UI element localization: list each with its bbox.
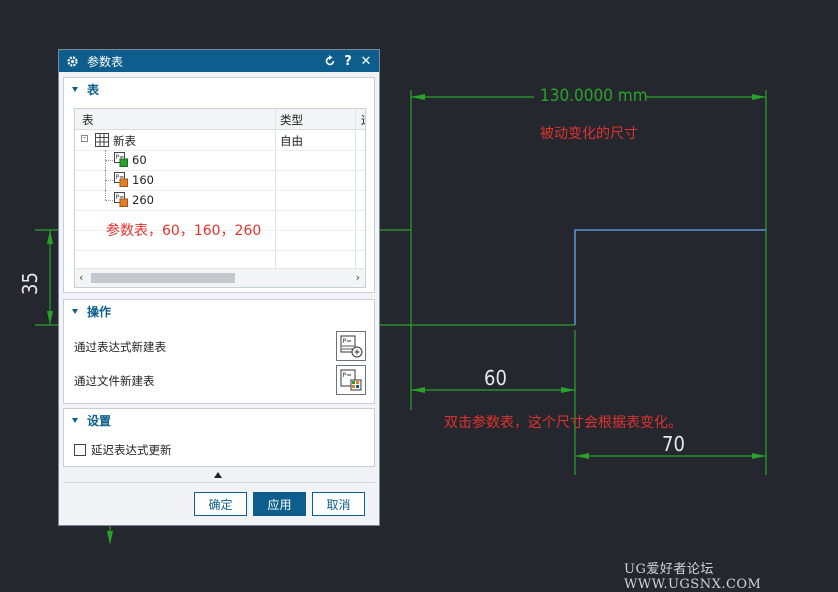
table-row-child[interactable]: P= 160	[75, 170, 365, 191]
scroll-left-arrow[interactable]: ‹	[79, 271, 83, 284]
child-table-name: 60	[132, 153, 147, 167]
column-header-extra[interactable]: 运	[361, 112, 365, 128]
reset-icon[interactable]	[321, 52, 339, 70]
arrow-70-right	[752, 453, 766, 459]
dialog-titlebar: 参数表 ? ✕	[59, 50, 379, 72]
table-group-title: 表	[87, 82, 100, 97]
apply-button[interactable]: 应用	[253, 492, 306, 516]
scrollbar-thumb[interactable]	[91, 273, 235, 283]
column-header-type[interactable]: 类型	[280, 112, 303, 128]
tree-line	[105, 200, 113, 201]
arrow-bottom-stub	[107, 531, 113, 545]
operation-group-header[interactable]: 操作	[64, 300, 374, 322]
param-row-icon-green: P=	[114, 152, 128, 167]
dim-35-label[interactable]: 35	[18, 272, 42, 295]
tree-line	[105, 180, 113, 181]
close-button[interactable]: ✕	[357, 52, 375, 70]
profile-line	[574, 229, 766, 325]
ok-button[interactable]: 确定	[194, 492, 247, 516]
arrow-70-left	[575, 453, 589, 459]
new-table-expression-icon: P=	[340, 335, 363, 358]
column-header-table[interactable]: 表	[82, 112, 94, 128]
dim-60-label[interactable]: 60	[484, 366, 507, 390]
table-grid: 表 类型 运 - 新表 自由 P= 6	[74, 108, 366, 288]
passive-dim-note: 被动变化的尺寸	[540, 126, 638, 142]
child-table-name: 160	[132, 173, 154, 187]
table-group-header[interactable]: 表	[64, 78, 374, 100]
svg-text:P=: P=	[343, 371, 352, 379]
delay-update-label: 延迟表达式更新	[91, 443, 172, 457]
double-click-note: 双击参数表，这个尺寸会根据表变化。	[444, 415, 682, 431]
parameter-table-dialog: 参数表 ? ✕ 表 表 类型 运 - 新表	[58, 49, 380, 526]
arrow-130-left	[411, 94, 425, 100]
arrow-60-left	[411, 387, 425, 393]
watermark: UG爱好者论坛 WWW.UGSNX.COM	[624, 562, 762, 592]
delay-update-checkbox[interactable]	[74, 444, 86, 456]
expand-minus-icon[interactable]: -	[81, 134, 88, 143]
dim-130-label[interactable]: 130.0000 mm	[540, 86, 648, 106]
arrow-60-right	[561, 387, 575, 393]
svg-text:P=: P=	[343, 337, 352, 345]
new-table-file-icon: P=	[340, 369, 362, 391]
arrow-35-top	[47, 230, 53, 244]
arrow-35-bottom	[47, 311, 53, 325]
table-icon	[95, 133, 109, 147]
dialog-title: 参数表	[87, 54, 124, 69]
table-row-child[interactable]: P= 60	[75, 150, 365, 171]
cancel-button[interactable]: 取消	[312, 492, 365, 516]
table-group: 表 表 类型 运 - 新表 自由	[63, 77, 375, 293]
new-from-file-button[interactable]: P=	[336, 365, 366, 395]
horizontal-scrollbar[interactable]: ‹ ›	[75, 268, 365, 287]
collapse-triangle-icon	[72, 86, 78, 92]
new-from-expression-button[interactable]: P=	[336, 331, 366, 361]
root-table-name: 新表	[113, 134, 136, 148]
settings-group-header[interactable]: 设置	[64, 409, 374, 431]
arrow-130-right	[752, 94, 766, 100]
operation-group: 操作 通过表达式新建表 P= 通过文件新建表 P=	[63, 299, 375, 404]
table-row-child[interactable]: P= 260	[75, 190, 365, 211]
collapse-dialog-arrow-icon[interactable]	[214, 472, 222, 478]
child-table-name: 260	[132, 193, 154, 207]
collapse-triangle-icon	[72, 417, 78, 423]
root-table-type: 自由	[280, 134, 303, 148]
table-row-root[interactable]: - 新表 自由	[75, 130, 365, 151]
settings-group: 设置 延迟表达式更新	[63, 408, 375, 467]
table-header-row: 表 类型 运	[75, 109, 365, 130]
settings-group-title: 设置	[87, 413, 112, 428]
footer-divider	[63, 482, 375, 483]
param-row-icon-orange: P=	[114, 172, 128, 187]
tree-line	[105, 160, 113, 161]
gear-icon	[65, 54, 79, 68]
collapse-triangle-icon	[72, 308, 78, 314]
help-button[interactable]: ?	[339, 52, 357, 70]
param-values-note: 参数表，60，160，260	[106, 223, 262, 239]
tree-line	[105, 190, 107, 200]
operation-group-title: 操作	[87, 304, 112, 319]
dim-70-label[interactable]: 70	[662, 432, 685, 456]
new-from-expression-label: 通过表达式新建表	[74, 340, 166, 354]
scroll-right-arrow[interactable]: ›	[356, 271, 360, 284]
new-from-file-label: 通过文件新建表	[74, 374, 155, 388]
param-row-icon-orange: P=	[114, 192, 128, 207]
